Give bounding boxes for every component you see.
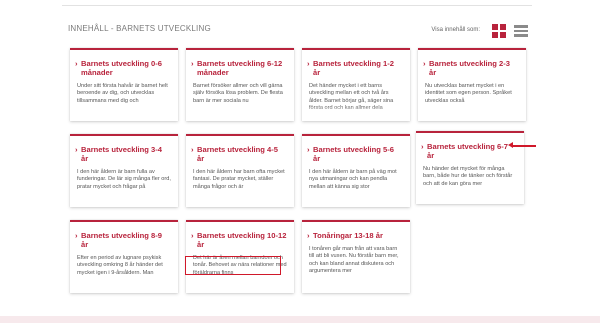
chevron-right-icon: ›: [191, 231, 194, 240]
chevron-right-icon: ›: [75, 145, 78, 154]
card-title: Barnets utveckling 6-7 år: [427, 142, 509, 160]
card-text: Nu utvecklas barnet mycket i en identite…: [425, 83, 512, 104]
card-title: Tonåringar 13-18 år: [313, 231, 383, 240]
card-text: I den här åldern är barn på väg mot nya …: [309, 169, 397, 190]
chevron-right-icon: ›: [191, 59, 194, 68]
card-tonaringar-13-18-ar[interactable]: › Tonåringar 13-18 år I tonåren går man f…: [302, 220, 410, 293]
card-text: I tonåren går man från att vara barn til…: [309, 246, 399, 275]
card-4-5-ar[interactable]: › Barnets utveckling 4-5 år I den här åld…: [186, 134, 294, 207]
card-title: Barnets utveckling 5-6 år: [313, 145, 395, 163]
card-5-6-ar[interactable]: › Barnets utveckling 5-6 år I den här åld…: [302, 134, 410, 207]
card-text: Efter en period av lugnare psykisk utvec…: [77, 255, 163, 276]
chevron-right-icon: ›: [307, 231, 310, 240]
card-title: Barnets utveckling 0-6 månader: [81, 59, 163, 77]
card-text: Nu händer det mycket för många barn, båd…: [423, 166, 513, 187]
chevron-right-icon: ›: [307, 59, 310, 68]
card-text: Det här är åren mellan barndom och tonår…: [193, 255, 287, 276]
card-0-6-manader[interactable]: › Barnets utveckling 0-6 månader Under si…: [70, 48, 178, 121]
card-text: Under sitt första halvår är barnet helt …: [77, 83, 168, 104]
card-1-2-ar[interactable]: › Barnets utveckling 1-2 år Det händer my…: [302, 48, 410, 121]
card-8-9-ar[interactable]: › Barnets utveckling 8-9 år Efter en peri…: [70, 220, 178, 293]
arrow-left-icon: [508, 142, 536, 148]
card-text: I den här åldern är barn fulla av funder…: [77, 169, 171, 190]
card-title: Barnets utveckling 4-5 år: [197, 145, 279, 163]
chevron-right-icon: ›: [423, 59, 426, 68]
chevron-right-icon: ›: [307, 145, 310, 154]
card-title: Barnets utveckling 8-9 år: [81, 231, 163, 249]
card-text: Barnet försöker allmer och vill gärna sj…: [193, 83, 283, 104]
chevron-right-icon: ›: [75, 59, 78, 68]
card-6-12-manader[interactable]: › Barnets utveckling 6-12 månader Barnet …: [186, 48, 294, 121]
card-title: Barnets utveckling 10-12 år: [197, 231, 287, 249]
card-title: Barnets utveckling 3-4 år: [81, 145, 163, 163]
card-title: Barnets utveckling 6-12 månader: [197, 59, 283, 77]
card-text: I den här åldern har barn ofta mycket fa…: [193, 169, 285, 190]
card-3-4-ar[interactable]: › Barnets utveckling 3-4 år I den här åld…: [70, 134, 178, 207]
card-grid: › Barnets utveckling 0-6 månader Under si…: [70, 0, 530, 300]
chevron-right-icon: ›: [191, 145, 194, 154]
card-10-12-ar[interactable]: › Barnets utveckling 10-12 år Det här är …: [186, 220, 294, 293]
card-title: Barnets utveckling 2-3 år: [429, 59, 511, 77]
chevron-right-icon: ›: [421, 142, 424, 151]
chevron-right-icon: ›: [75, 231, 78, 240]
footer-band: [0, 316, 600, 323]
card-title: Barnets utveckling 1-2 år: [313, 59, 395, 77]
card-2-3-ar[interactable]: › Barnets utveckling 2-3 år Nu utvecklas …: [418, 48, 526, 121]
